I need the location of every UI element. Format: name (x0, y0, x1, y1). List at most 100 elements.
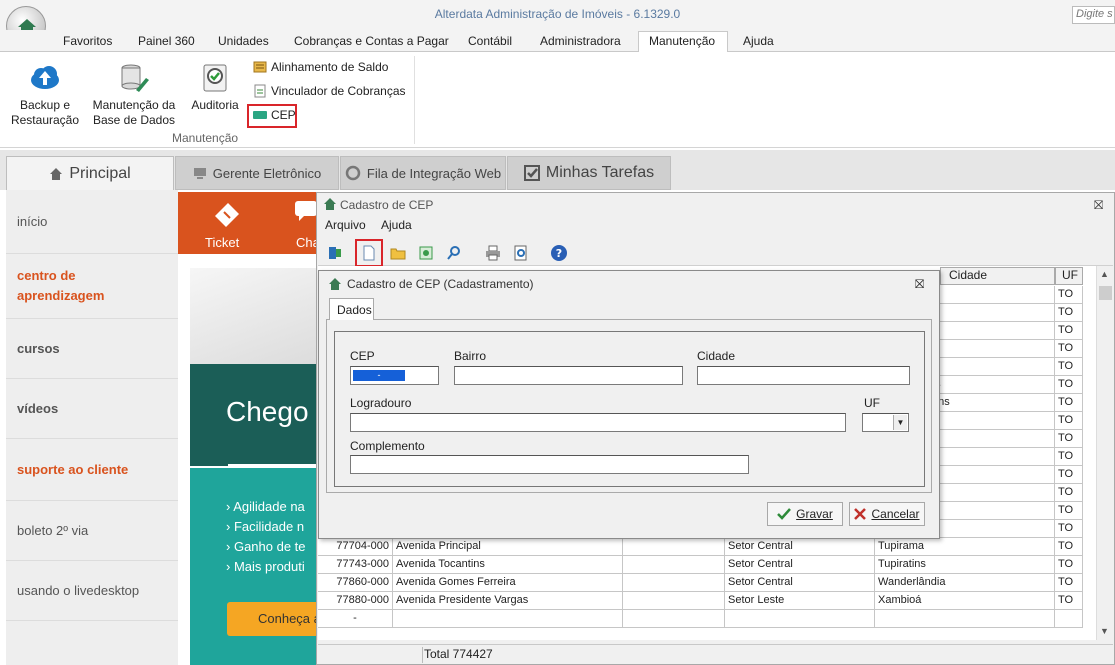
banner-image (190, 268, 318, 364)
table-row[interactable]: 77860-000 Avenida Gomes Ferreira Setor Cen… (318, 574, 1084, 592)
cell-blank (623, 610, 725, 628)
alinhamento-label: Alinhamento de Saldo (271, 60, 389, 74)
tab-favoritos[interactable]: Favoritos (63, 32, 112, 52)
monitor-icon (193, 168, 206, 179)
help-icon[interactable]: ? (548, 242, 570, 264)
sidebar-item-boleto[interactable]: boleto 2º via (6, 501, 178, 561)
uf-field-label: UF (864, 396, 880, 410)
promo-bullet: › Mais produti (226, 559, 305, 574)
sidebar-item-livedesktop[interactable]: usando o livedesktop (6, 561, 178, 621)
sync-icon (345, 165, 361, 181)
close-icon[interactable]: ⛝ (1094, 198, 1103, 213)
table-row[interactable]: 77704-000 Avenida Principal Setor Central T… (318, 538, 1084, 556)
sidebar-item-inicio[interactable]: início (6, 190, 178, 254)
alinhamento-saldo-button[interactable]: Alinhamento de Saldo (253, 58, 388, 76)
checkbox-icon (523, 165, 540, 181)
sidebar-item-label: vídeos (17, 401, 59, 416)
bairro-field[interactable] (454, 366, 683, 385)
cell-uf: TO (1055, 340, 1083, 358)
cep-field[interactable]: - (350, 366, 439, 385)
cell-bairro: Setor Central (725, 574, 875, 592)
cell-cidade: Tupiratins (875, 556, 1055, 574)
balance-icon (253, 61, 267, 73)
sidebar-item-suporte[interactable]: suporte ao cliente (6, 439, 178, 501)
sidebar-item-videos[interactable]: vídeos (6, 379, 178, 439)
svg-text:?: ? (556, 247, 562, 260)
table-row[interactable]: 77880-000 Avenida Presidente Vargas Setor … (318, 592, 1084, 610)
tab-unidades[interactable]: Unidades (218, 32, 269, 52)
chevron-down-icon[interactable]: ▼ (893, 415, 907, 430)
cancel-label: Cancelar (871, 507, 920, 521)
tab-principal-label: Principal (69, 164, 131, 182)
column-header-uf[interactable]: UF (1055, 267, 1083, 285)
database-wrench-icon (118, 62, 150, 94)
exit-icon[interactable] (324, 242, 346, 264)
cell-logradouro: Avenida Tocantins (393, 556, 623, 574)
tab-painel-360[interactable]: Painel 360 (138, 32, 195, 52)
cell-logradouro: Avenida Gomes Ferreira (393, 574, 623, 592)
grid-scrollbar[interactable]: ▲ ▼ (1096, 266, 1114, 640)
cell-cep: 77880-000 (318, 592, 393, 610)
db-maintenance-button[interactable]: Manutenção da Base de Dados (90, 62, 178, 128)
conheca-button[interactable]: Conheça a (227, 602, 327, 636)
table-row[interactable]: 77743-000 Avenida Tocantins Setor Central T… (318, 556, 1084, 574)
cell-blank (623, 556, 725, 574)
sidebar-item-centro-aprendizagem[interactable]: centro de aprendizagem (6, 254, 178, 319)
save-button[interactable]: Gravar (767, 502, 843, 526)
tab-minhas-tarefas[interactable]: Minhas Tarefas (507, 156, 671, 190)
tab-fila-integracao[interactable]: Fila de Integração Web (340, 156, 506, 190)
tab-cobrancas[interactable]: Cobranças e Contas a Pagar (294, 32, 449, 52)
cell-cidade: Wanderlândia (875, 574, 1055, 592)
logradouro-field[interactable] (350, 413, 846, 432)
tab-contabil[interactable]: Contábil (468, 32, 512, 52)
audit-button[interactable]: Auditoria (188, 62, 242, 113)
backup-button[interactable]: Backup e Restauração (10, 62, 80, 128)
menu-ajuda[interactable]: Ajuda (381, 218, 412, 232)
close-icon[interactable]: ⛝ (915, 277, 924, 292)
tab-ajuda[interactable]: Ajuda (743, 32, 774, 52)
open-folder-icon[interactable] (387, 242, 409, 264)
cell-uf: TO (1055, 502, 1083, 520)
vinculador-label: Vinculador de Cobranças (271, 84, 406, 98)
cell-cidade: Tupirama (875, 538, 1055, 556)
scroll-thumb[interactable] (1099, 286, 1112, 300)
ticket-button[interactable]: Ticket (205, 235, 239, 250)
promo-bullet: › Ganho de te (226, 539, 306, 554)
sidebar-item-label: boleto 2º via (17, 523, 89, 538)
cell-uf: TO (1055, 592, 1083, 610)
tab-dados[interactable]: Dados (329, 298, 374, 320)
print-preview-icon[interactable] (510, 242, 532, 264)
cell-uf: TO (1055, 286, 1083, 304)
uf-select[interactable]: ▼ (862, 413, 909, 432)
tab-gerente-eletronico[interactable]: Gerente Eletrônico (175, 156, 339, 190)
column-header-cidade[interactable]: Cidade (940, 267, 1055, 285)
home-icon (324, 198, 336, 210)
menu-arquivo[interactable]: Arquivo (325, 218, 366, 232)
complemento-field[interactable] (350, 455, 749, 474)
cell-uf: TO (1055, 358, 1083, 376)
sidebar-item-cursos[interactable]: cursos (6, 319, 178, 379)
refresh-icon[interactable] (415, 242, 437, 264)
cell-cep: 77704-000 (318, 538, 393, 556)
ribbon-group-label: Manutenção (172, 131, 239, 145)
print-icon[interactable] (482, 242, 504, 264)
vinculador-button[interactable]: Vinculador de Cobranças (253, 82, 406, 100)
scroll-up-icon[interactable]: ▲ (1100, 269, 1109, 279)
cell-uf: TO (1055, 304, 1083, 322)
sidebar-item-label: centro de (17, 268, 76, 283)
tab-manutencao[interactable]: Manutenção (638, 31, 728, 53)
cell-uf: TO (1055, 376, 1083, 394)
search-input[interactable]: Digite s (1072, 6, 1115, 24)
tab-administradora[interactable]: Administradora (540, 32, 621, 52)
menu-bar: Favoritos Painel 360 Unidades Cobranças … (0, 30, 1115, 53)
scroll-down-icon[interactable]: ▼ (1100, 626, 1109, 636)
tab-principal[interactable]: Principal (6, 156, 174, 190)
table-row[interactable]: - (318, 610, 1084, 628)
home-icon (50, 167, 63, 180)
cep-mask: - (353, 370, 405, 381)
tab-tarefas-label: Minhas Tarefas (545, 164, 655, 181)
cancel-button[interactable]: Cancelar (849, 502, 925, 526)
cidade-field[interactable] (697, 366, 910, 385)
promo-bullet: › Agilidade na (226, 499, 305, 514)
search-icon[interactable] (443, 242, 465, 264)
